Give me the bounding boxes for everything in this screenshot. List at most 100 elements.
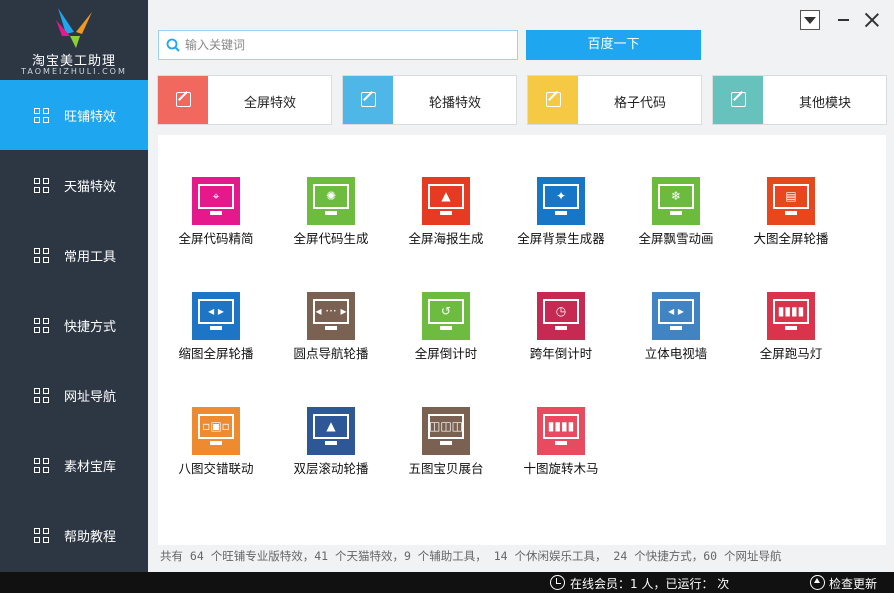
tool-tile[interactable]: ▮▮▮▮ 十图旋转木马 <box>506 407 616 497</box>
tool-tile[interactable]: ◫◫◫ 五图宝贝展台 <box>391 407 501 497</box>
slider-icon: ◂ ▸ <box>192 292 240 340</box>
tool-tile[interactable]: ◂ ▸ 缩图全屏轮播 <box>161 292 271 382</box>
main-content: 百度一下 全屏特效 轮播特效 格子代码 其他模块 ⌖ 全屏代码精简 ✺ 全屏代码生成 ▲… <box>148 0 894 572</box>
sidebar-item-label: 网址导航 <box>64 390 117 405</box>
tool-label: 圆点导航轮播 <box>293 346 369 361</box>
snowflake-icon: ❄ <box>652 177 700 225</box>
crosshair-icon: ⌖ <box>192 177 240 225</box>
slides-icon: ▤ <box>767 177 815 225</box>
sidebar-item-wangpu[interactable]: 旺铺特效 <box>0 80 156 150</box>
tool-tile[interactable]: ▤ 大图全屏轮播 <box>736 177 846 267</box>
history-icon: ↺ <box>422 292 470 340</box>
carousel-icon: ▮▮▮▮ <box>537 407 585 455</box>
grid-icon <box>34 108 49 123</box>
category-label: 全屏特效 <box>243 96 296 111</box>
search-button[interactable]: 百度一下 <box>526 30 701 60</box>
filmstrip-icon: ▮▮▮▮ <box>767 292 815 340</box>
spinner-icon: ✺ <box>307 177 355 225</box>
tool-tile[interactable]: ◂ ··· ▸ 圆点导航轮播 <box>276 292 386 382</box>
tool-label: 十图旋转木马 <box>523 461 599 476</box>
grid-icon <box>34 248 49 263</box>
grid-icon <box>34 178 49 193</box>
tool-label: 全屏倒计时 <box>414 346 478 361</box>
tool-tile[interactable]: ▫▣▫ 八图交错联动 <box>161 407 271 497</box>
tool-tile[interactable]: ▲ 双层滚动轮播 <box>276 407 386 497</box>
sidebar-item-label: 常用工具 <box>64 250 117 265</box>
close-icon[interactable] <box>862 10 882 30</box>
edit-icon <box>158 76 208 124</box>
tool-tile[interactable]: ◷ 跨年倒计时 <box>506 292 616 382</box>
grid-icon <box>34 458 49 473</box>
sidebar-item-shortcuts[interactable]: 快捷方式 <box>0 290 148 360</box>
tool-grid: ⌖ 全屏代码精简 ✺ 全屏代码生成 ▲ 全屏海报生成 ✦ 全屏背景生成器 ❄ 全屏飘雪动画 ▤ 大图全… <box>158 135 886 545</box>
tool-label: 跨年倒计时 <box>529 346 593 361</box>
arrows-icon: ◂ ▸ <box>652 292 700 340</box>
search-box <box>158 30 518 60</box>
search-icon <box>166 38 180 52</box>
summary-text: 共有 64 个旺铺专业版特效，41 个天猫特效，9 个辅助工具， 14 个休闲娱… <box>160 549 782 563</box>
tool-label: 全屏跑马灯 <box>759 346 823 361</box>
sidebar: 淘宝美工助理 TAOMEIZHULI.COM 旺铺特效 天猫特效 常用工具 快捷… <box>0 0 156 572</box>
mountain-icon: ▲ <box>422 177 470 225</box>
pin-icon: ✦ <box>537 177 585 225</box>
category-fullscreen[interactable]: 全屏特效 <box>157 75 332 125</box>
edit-icon <box>713 76 763 124</box>
grid-icon <box>34 528 49 543</box>
online-status: 在线会员：1 人，已运行： 次 <box>570 577 730 591</box>
clock-icon <box>550 575 565 590</box>
check-update-link[interactable]: 检查更新 <box>829 575 877 592</box>
sidebar-item-label: 天猫特效 <box>64 180 117 195</box>
minimize-icon[interactable] <box>834 10 854 30</box>
tool-label: 全屏飘雪动画 <box>638 231 714 246</box>
tool-tile[interactable]: ▲ 全屏海报生成 <box>391 177 501 267</box>
landscape-icon: ▲ <box>307 407 355 455</box>
category-label: 格子代码 <box>613 96 666 111</box>
category-label: 轮播特效 <box>428 96 481 111</box>
edit-icon <box>343 76 393 124</box>
tool-tile[interactable]: ✺ 全屏代码生成 <box>276 177 386 267</box>
tool-label: 缩图全屏轮播 <box>178 346 254 361</box>
tool-label: 大图全屏轮播 <box>753 231 829 246</box>
tool-label: 全屏背景生成器 <box>517 231 605 246</box>
category-grid-code[interactable]: 格子代码 <box>527 75 702 125</box>
sidebar-item-label: 旺铺特效 <box>64 110 117 125</box>
app-subtitle: TAOMEIZHULI.COM <box>21 67 127 76</box>
logo-icon <box>56 8 92 48</box>
sidebar-item-label: 快捷方式 <box>64 320 117 335</box>
tool-label: 全屏代码精简 <box>178 231 254 246</box>
grid-icon <box>34 388 49 403</box>
category-slideshow[interactable]: 轮播特效 <box>342 75 517 125</box>
tool-label: 八图交错联动 <box>178 461 254 476</box>
tool-label: 立体电视墙 <box>644 346 708 361</box>
edit-icon <box>528 76 578 124</box>
tool-label: 双层滚动轮播 <box>293 461 369 476</box>
app-logo: 淘宝美工助理 TAOMEIZHULI.COM <box>0 0 148 80</box>
sidebar-item-web-nav[interactable]: 网址导航 <box>0 360 148 430</box>
gallery-icon: ▫▣▫ <box>192 407 240 455</box>
tool-tile[interactable]: ◂ ▸ 立体电视墙 <box>621 292 731 382</box>
sidebar-item-tools[interactable]: 常用工具 <box>0 220 148 290</box>
tool-tile[interactable]: ✦ 全屏背景生成器 <box>506 177 616 267</box>
category-label: 其他模块 <box>798 96 851 111</box>
tool-tile[interactable]: ▮▮▮▮ 全屏跑马灯 <box>736 292 846 382</box>
grid-icon <box>34 318 49 333</box>
tool-label: 全屏代码生成 <box>293 231 369 246</box>
tool-label: 五图宝贝展台 <box>408 461 484 476</box>
category-other[interactable]: 其他模块 <box>712 75 887 125</box>
sidebar-item-help[interactable]: 帮助教程 <box>0 500 148 570</box>
upload-arrow-icon <box>810 575 825 590</box>
showcase-icon: ◫◫◫ <box>422 407 470 455</box>
sidebar-item-label: 素材宝库 <box>64 460 117 475</box>
tool-tile[interactable]: ⌖ 全屏代码精简 <box>161 177 271 267</box>
clock-icon: ◷ <box>537 292 585 340</box>
sidebar-item-tmall[interactable]: 天猫特效 <box>0 150 148 220</box>
status-bar: 在线会员：1 人，已运行： 次 检查更新 <box>0 572 894 593</box>
tool-tile[interactable]: ↺ 全屏倒计时 <box>391 292 501 382</box>
tool-label: 全屏海报生成 <box>408 231 484 246</box>
sidebar-item-label: 帮助教程 <box>64 530 117 545</box>
tool-tile[interactable]: ❄ 全屏飘雪动画 <box>621 177 731 267</box>
sidebar-item-materials[interactable]: 素材宝库 <box>0 430 148 500</box>
dropdown-menu-icon[interactable] <box>800 10 820 30</box>
dots-icon: ◂ ··· ▸ <box>307 292 355 340</box>
search-input[interactable] <box>185 35 505 55</box>
